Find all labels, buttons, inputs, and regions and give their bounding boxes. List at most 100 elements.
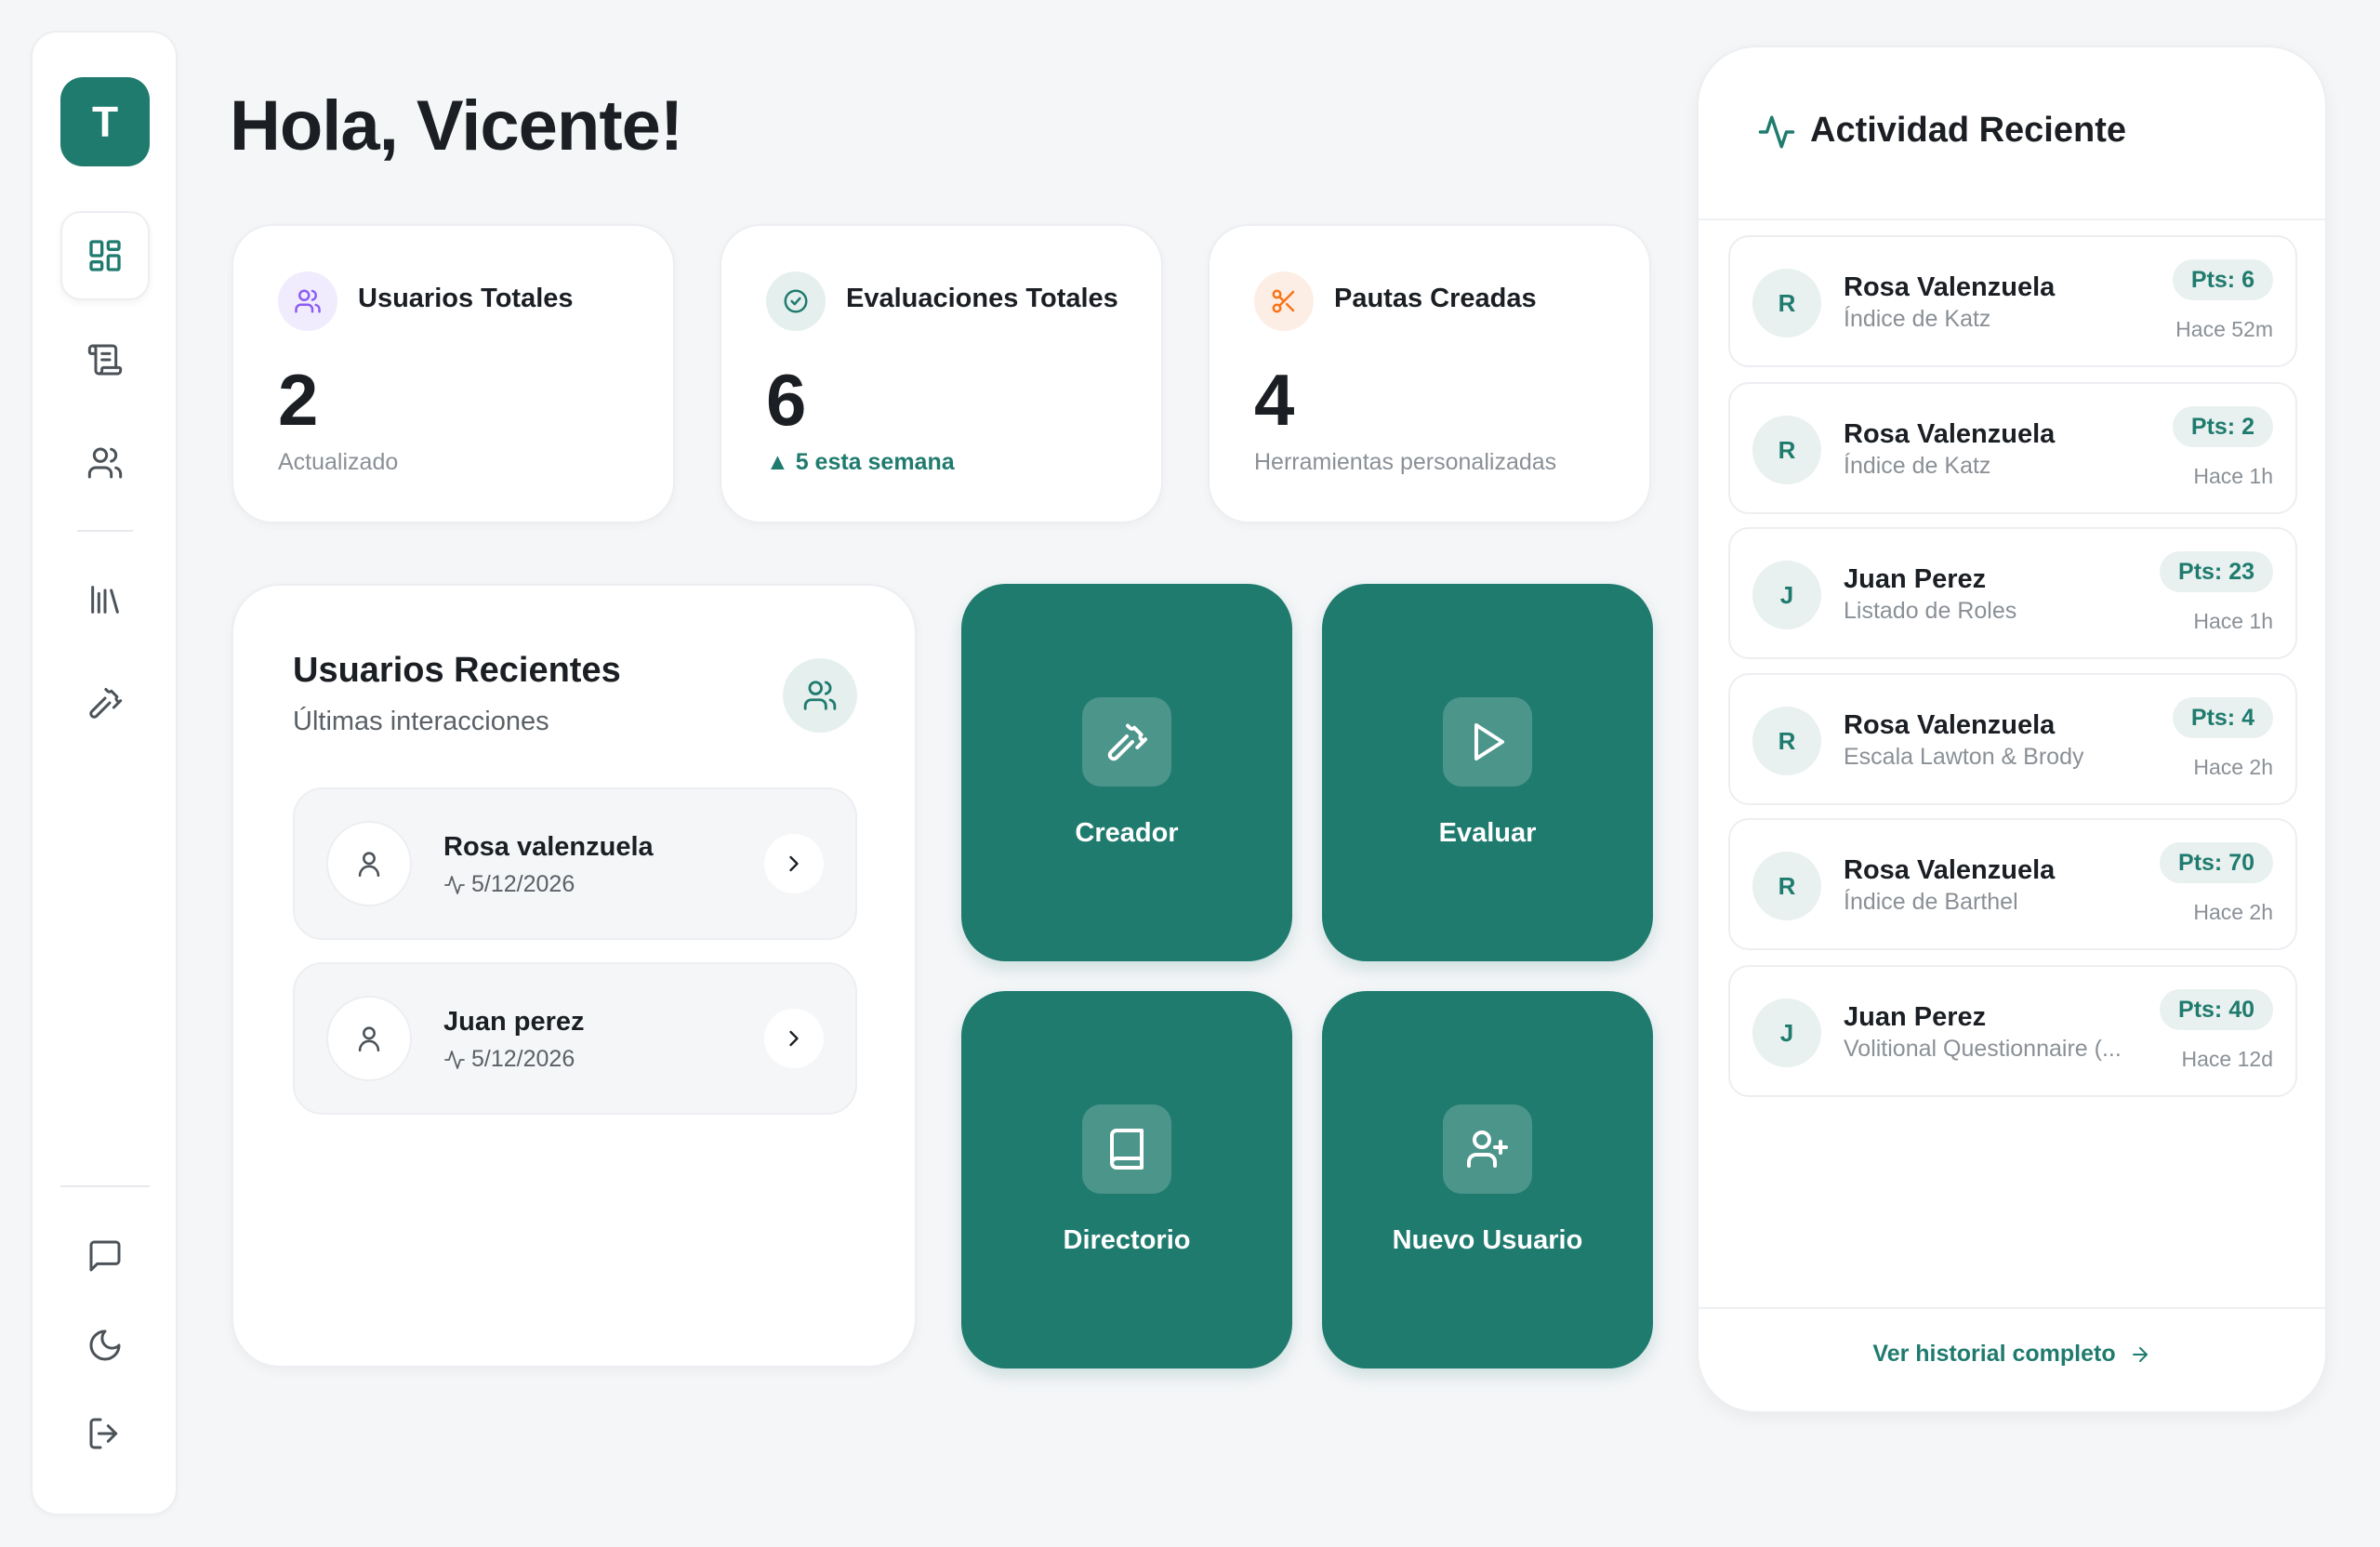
nav-scroll[interactable] — [60, 315, 150, 404]
tile-label: Nuevo Usuario — [1392, 1225, 1583, 1255]
activity-time: Hace 52m — [2175, 317, 2273, 341]
chevron-right-icon[interactable] — [764, 1009, 824, 1068]
recent-users-card: Usuarios Recientes Últimas interacciones… — [231, 584, 917, 1368]
stat-card-users: Usuarios Totales 2 Actualizado — [231, 224, 675, 523]
user-name: Juan perez — [443, 1007, 585, 1037]
activity-time: Hace 1h — [2193, 464, 2273, 488]
points-badge: Pts: 6 — [2172, 259, 2273, 300]
activity-item[interactable]: R Rosa Valenzuela Índice de Katz Pts: 2 … — [1728, 382, 2297, 514]
nav-users[interactable] — [60, 418, 150, 508]
points-badge: Pts: 70 — [2160, 842, 2273, 883]
activity-item[interactable]: R Rosa Valenzuela Índice de Barthel Pts:… — [1728, 818, 2297, 950]
view-full-history-link[interactable]: Ver historial completo — [1699, 1341, 2325, 1368]
moon-icon — [86, 1327, 124, 1364]
activity-footer: Ver historial completo — [1699, 1307, 2325, 1411]
activity-icon — [443, 1049, 466, 1071]
user-icon — [326, 821, 412, 906]
activity-time: Hace 2h — [2193, 900, 2273, 924]
activity-icon — [1757, 112, 1796, 152]
app-logo[interactable]: T — [60, 77, 150, 166]
stat-value: 4 — [1254, 359, 1295, 441]
activity-user: Rosa Valenzuela — [1844, 419, 2056, 449]
activity-item[interactable]: J Juan Perez Volitional Questionnaire (.… — [1728, 965, 2297, 1097]
stat-trend: ▲ 5 esta semana — [766, 449, 955, 475]
points-badge: Pts: 40 — [2160, 989, 2273, 1030]
action-directorio-button[interactable]: Directorio — [961, 991, 1292, 1368]
activity-time: Hace 2h — [2193, 755, 2273, 779]
nav-dashboard[interactable] — [60, 211, 150, 300]
avatar: R — [1752, 707, 1821, 775]
dashboard-icon — [86, 237, 124, 274]
hammer-icon — [86, 684, 124, 721]
activity-user: Juan Perez — [1844, 564, 1987, 594]
user-date: 5/12/2026 — [443, 871, 575, 898]
play-icon — [1443, 697, 1532, 787]
recent-users-title: Usuarios Recientes — [293, 651, 621, 690]
check-circle-icon — [766, 271, 826, 331]
points-badge: Pts: 4 — [2172, 697, 2273, 738]
points-badge: Pts: 23 — [2160, 551, 2273, 592]
logout-button[interactable] — [60, 1389, 150, 1478]
hammer-icon — [1082, 697, 1171, 787]
stat-label: Evaluaciones Totales — [846, 284, 1118, 313]
activity-description: Índice de Katz — [1844, 453, 1991, 479]
activity-item[interactable]: R Rosa Valenzuela Índice de Katz Pts: 6 … — [1728, 235, 2297, 367]
nav-library[interactable] — [60, 555, 150, 644]
theme-toggle[interactable] — [60, 1301, 150, 1390]
avatar: R — [1752, 269, 1821, 337]
user-name: Rosa valenzuela — [443, 832, 654, 862]
tile-label: Evaluar — [1438, 818, 1537, 848]
sidebar-divider — [77, 530, 133, 532]
action-evaluar-button[interactable]: Evaluar — [1322, 584, 1653, 961]
sidebar-divider — [60, 1185, 150, 1187]
scroll-icon — [86, 341, 124, 378]
user-plus-icon — [1443, 1104, 1532, 1194]
book-icon — [1082, 1104, 1171, 1194]
stat-card-guidelines: Pautas Creadas 4 Herramientas personaliz… — [1208, 224, 1651, 523]
users-icon — [278, 271, 337, 331]
recent-users-subtitle: Últimas interacciones — [293, 707, 549, 736]
activity-time: Hace 1h — [2193, 609, 2273, 633]
activity-user: Rosa Valenzuela — [1844, 855, 2056, 885]
nav-messages[interactable] — [60, 1211, 150, 1301]
action-creador-button[interactable]: Creador — [961, 584, 1292, 961]
activity-description: Índice de Barthel — [1844, 889, 2018, 915]
message-square-icon — [86, 1237, 124, 1275]
users-icon — [783, 658, 857, 733]
recent-user-row[interactable]: Rosa valenzuela 5/12/2026 — [293, 787, 857, 940]
activity-description: Escala Lawton & Brody — [1844, 744, 2084, 770]
activity-icon — [443, 874, 466, 896]
activity-time: Hace 12d — [2181, 1047, 2273, 1071]
activity-header: Actividad Reciente — [1699, 47, 2325, 220]
library-icon — [86, 581, 124, 618]
users-icon — [86, 444, 124, 482]
stat-subtext: Herramientas personalizadas — [1254, 449, 1557, 475]
action-nuevo-usuario-button[interactable]: Nuevo Usuario — [1322, 991, 1653, 1368]
arrow-right-icon — [2129, 1343, 2151, 1366]
activity-item[interactable]: R Rosa Valenzuela Escala Lawton & Brody … — [1728, 673, 2297, 805]
activity-user: Juan Perez — [1844, 1002, 1987, 1032]
stat-value: 6 — [766, 359, 807, 441]
points-badge: Pts: 2 — [2172, 406, 2273, 447]
recent-activity-panel: Actividad Reciente R Rosa Valenzuela Índ… — [1697, 46, 2327, 1413]
chevron-right-icon[interactable] — [764, 834, 824, 893]
sidebar: T — [31, 31, 178, 1515]
recent-user-row[interactable]: Juan perez 5/12/2026 — [293, 962, 857, 1115]
activity-description: Volitional Questionnaire (... — [1844, 1036, 2122, 1062]
activity-item[interactable]: J Juan Perez Listado de Roles Pts: 23 Ha… — [1728, 527, 2297, 659]
avatar: J — [1752, 998, 1821, 1067]
stat-subtext: Actualizado — [278, 449, 399, 475]
avatar: R — [1752, 852, 1821, 920]
avatar: J — [1752, 561, 1821, 629]
tile-label: Creador — [1075, 818, 1179, 848]
activity-description: Listado de Roles — [1844, 598, 2017, 624]
user-icon — [326, 996, 412, 1081]
tile-label: Directorio — [1063, 1225, 1191, 1255]
stat-label: Pautas Creadas — [1334, 284, 1537, 313]
activity-title: Actividad Reciente — [1810, 111, 2126, 150]
activity-description: Índice de Katz — [1844, 306, 1991, 332]
nav-tools[interactable] — [60, 658, 150, 747]
user-date: 5/12/2026 — [443, 1046, 575, 1073]
log-out-icon — [86, 1415, 124, 1452]
scissors-icon — [1254, 271, 1314, 331]
